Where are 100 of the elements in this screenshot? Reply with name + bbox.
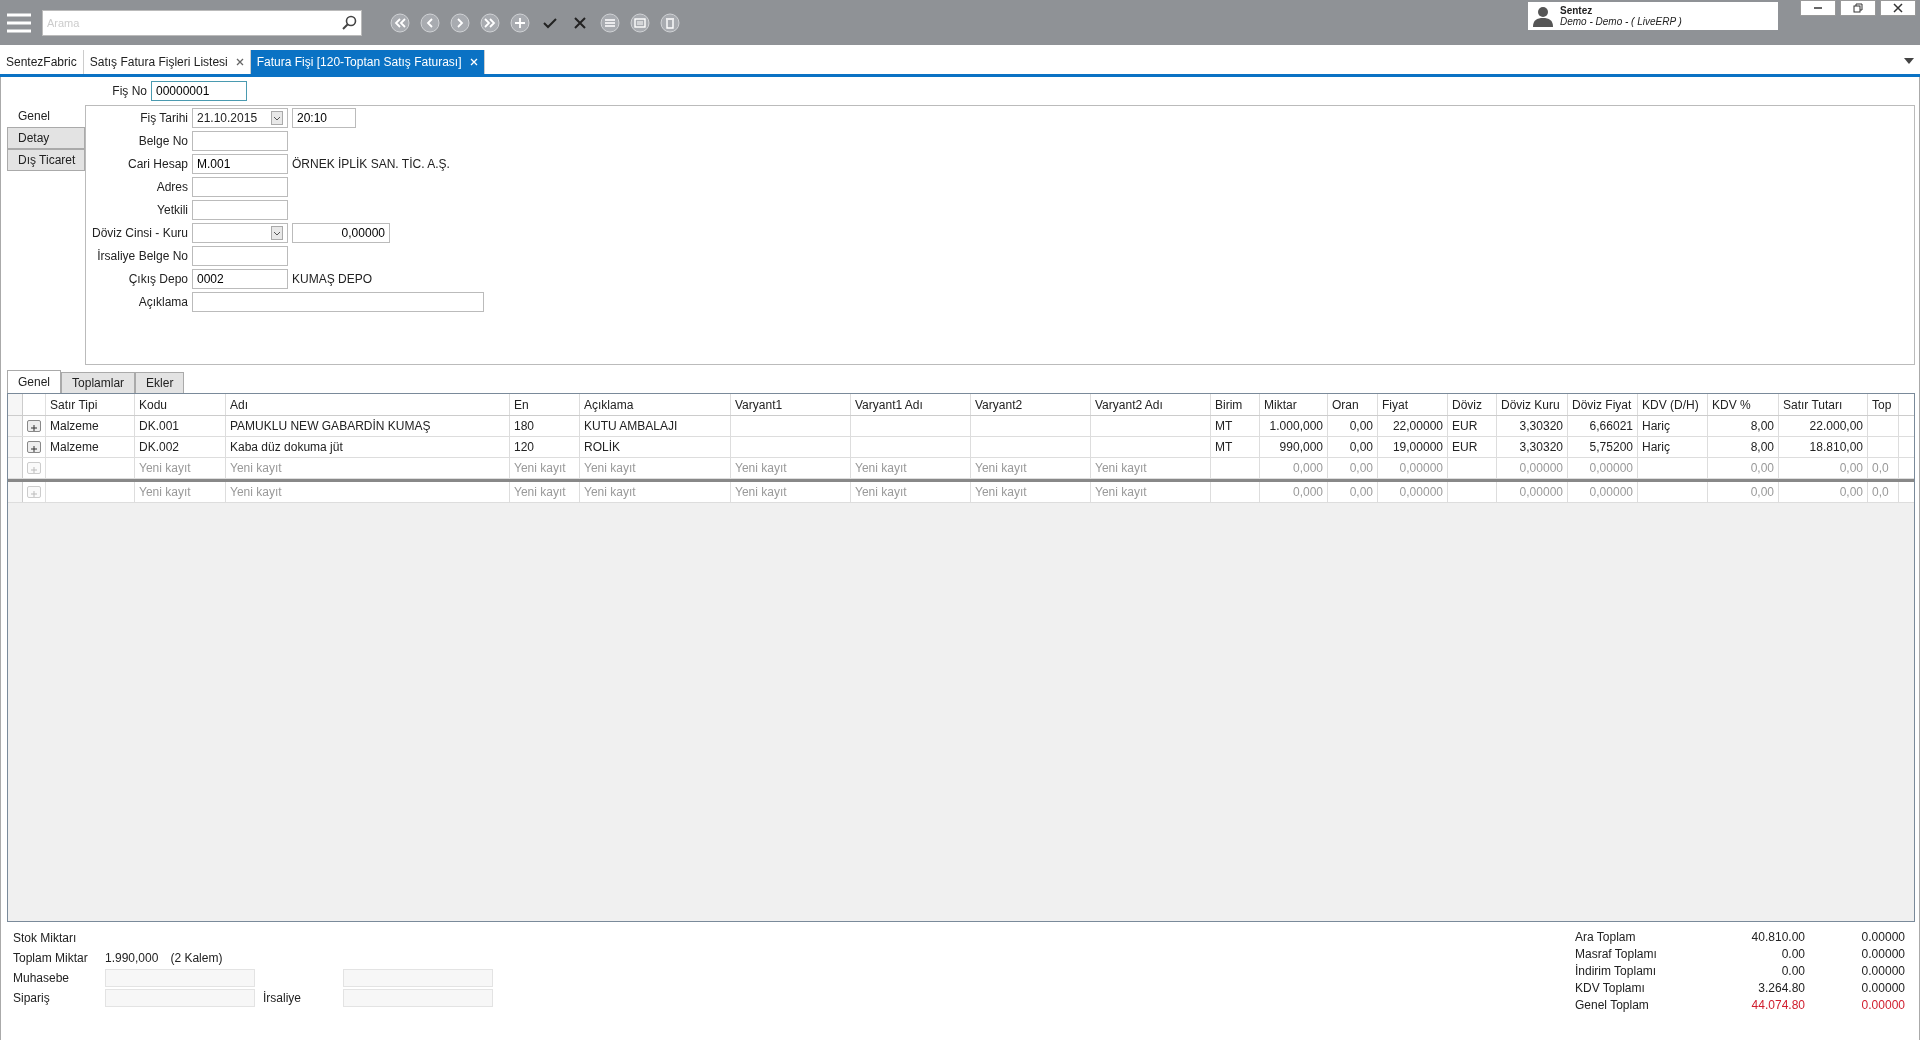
field-label: Fiş Tarihi <box>139 111 188 125</box>
column-header[interactable]: Açıklama <box>580 394 731 415</box>
plus-icon <box>31 467 37 473</box>
column-header[interactable]: Fiyat <box>1378 394 1448 415</box>
table-cell: PAMUKLU NEW GABARDİN KUMAŞ <box>230 419 431 433</box>
column-header[interactable]: Varyant2 Adı <box>1091 394 1211 415</box>
field-label: Açıklama <box>137 295 188 309</box>
column-header[interactable]: Top <box>1868 394 1899 415</box>
table-cell: 0,00 <box>1349 440 1373 454</box>
table-cell: 0,00000 <box>1399 485 1443 499</box>
column-header[interactable]: Varyant1 <box>731 394 851 415</box>
next-icon[interactable] <box>450 12 470 33</box>
field-label: Adres <box>155 180 188 194</box>
table-cell: 990,000 <box>1279 440 1323 454</box>
column-header[interactable]: Döviz Kuru <box>1497 394 1568 415</box>
dropdown-field[interactable] <box>192 223 288 243</box>
input-field[interactable]: 0002 <box>192 269 288 289</box>
table-cell: Yeni kayıt <box>855 485 907 499</box>
table-cell: DK.001 <box>139 419 180 433</box>
close-button[interactable] <box>1880 0 1916 16</box>
input-field[interactable] <box>192 246 288 266</box>
menu-icon[interactable] <box>6 11 32 34</box>
user-panel[interactable]: Sentez Demo - Demo - ( LiveERP ) <box>1528 2 1778 30</box>
table-cell: Malzeme <box>50 440 99 454</box>
user-name: Sentez <box>1560 5 1594 16</box>
user-detail: Demo - Demo - ( LiveERP ) <box>1560 16 1682 27</box>
input-field[interactable]: 20:10 <box>292 108 356 128</box>
column-header[interactable]: Varyant2 <box>971 394 1091 415</box>
summary-label: İrsaliye <box>263 991 302 1005</box>
column-header[interactable]: Oran <box>1328 394 1378 415</box>
input-field[interactable] <box>192 131 288 151</box>
table-cell: 0,00000 <box>1519 485 1563 499</box>
total-value: 0.00000 <box>1860 930 1905 946</box>
column-header[interactable]: Döviz Fiyat <box>1568 394 1638 415</box>
table-cell: 0,000 <box>1292 485 1323 499</box>
add-icon[interactable] <box>510 12 530 33</box>
user-icon <box>1532 5 1554 27</box>
column-header[interactable]: KDV % <box>1708 394 1779 415</box>
grid-tab[interactable]: Ekler <box>135 372 185 393</box>
dropdown-icon[interactable] <box>1904 58 1914 64</box>
summary-label: Muhasebe <box>13 971 71 985</box>
table-cell: 0,00 <box>1750 461 1774 475</box>
grid-tab[interactable]: Genel <box>7 370 62 393</box>
total-label: Genel Toplam <box>1575 998 1650 1014</box>
grid-tab[interactable]: Toplamlar <box>61 372 136 393</box>
table-cell: KUTU AMBALAJI <box>584 419 678 433</box>
table-cell: Hariç <box>1642 419 1670 433</box>
input-field[interactable]: 00000001 <box>151 81 247 101</box>
table-cell: 0,0 <box>1872 485 1889 499</box>
side-tab[interactable]: Dış Ticaret <box>7 149 85 171</box>
table-cell: 8,00 <box>1750 419 1774 433</box>
input-field[interactable]: M.001 <box>192 154 288 174</box>
table-cell: 3,30320 <box>1519 440 1563 454</box>
column-header[interactable]: Miktar <box>1260 394 1328 415</box>
table-cell: 22.000,00 <box>1809 419 1863 433</box>
total-value: 0.00000 <box>1860 964 1905 980</box>
input-field[interactable]: 0,00000 <box>292 223 390 243</box>
column-header[interactable]: Kodu <box>135 394 226 415</box>
total-value: 40.810.00 <box>1750 930 1805 946</box>
restore-icon <box>1853 3 1863 13</box>
table-cell: Yeni kayıt <box>735 485 787 499</box>
first-icon[interactable] <box>390 12 410 33</box>
input-field[interactable] <box>192 177 288 197</box>
summary-value: 1.990,000 <box>105 951 159 965</box>
minimize-button[interactable] <box>1800 0 1836 16</box>
column-header[interactable]: Satır Tipi <box>46 394 135 415</box>
table-cell: Kaba düz dokuma jüt <box>230 440 343 454</box>
previous-icon[interactable] <box>420 12 440 33</box>
expand-button[interactable] <box>27 420 41 432</box>
card-icon[interactable] <box>630 12 650 33</box>
column-header[interactable]: Varyant1 Adı <box>851 394 971 415</box>
column-header[interactable]: KDV (D/H) <box>1638 394 1708 415</box>
column-header[interactable]: En <box>510 394 580 415</box>
table-cell: Hariç <box>1642 440 1670 454</box>
search-icon[interactable] <box>341 14 357 31</box>
total-value: 44.074.80 <box>1750 998 1805 1014</box>
list-icon[interactable] <box>600 12 620 33</box>
dropdown-field[interactable]: 21.10.2015 <box>192 108 288 128</box>
chevron-icon <box>271 111 283 125</box>
document-tab[interactable]: Fatura Fişi [120-Toptan Satış Faturası] <box>250 50 485 74</box>
field-label: İrsaliye Belge No <box>96 249 188 263</box>
table-cell: 18.810,00 <box>1809 440 1863 454</box>
expand-button[interactable] <box>27 441 41 453</box>
column-header[interactable]: Adı <box>226 394 510 415</box>
table-cell: Yeni kayıt <box>975 485 1027 499</box>
last-icon[interactable] <box>480 12 500 33</box>
field-label: Cari Hesap <box>126 157 188 171</box>
close-icon <box>1893 3 1903 13</box>
input-field[interactable] <box>192 292 484 312</box>
side-tab[interactable]: Detay <box>7 127 85 149</box>
field-label: Belge No <box>137 134 188 148</box>
table-cell: 19,00000 <box>1392 440 1443 454</box>
table-cell: 0,00 <box>1349 419 1373 433</box>
total-value: 0.00000 <box>1860 981 1905 997</box>
column-header[interactable]: Birim <box>1211 394 1260 415</box>
column-header[interactable]: Satır Tutarı <box>1779 394 1868 415</box>
column-header[interactable]: Döviz <box>1448 394 1497 415</box>
input-field[interactable] <box>192 200 288 220</box>
summary-label: Toplam Miktar <box>13 951 89 965</box>
close-icon[interactable] <box>235 58 244 66</box>
